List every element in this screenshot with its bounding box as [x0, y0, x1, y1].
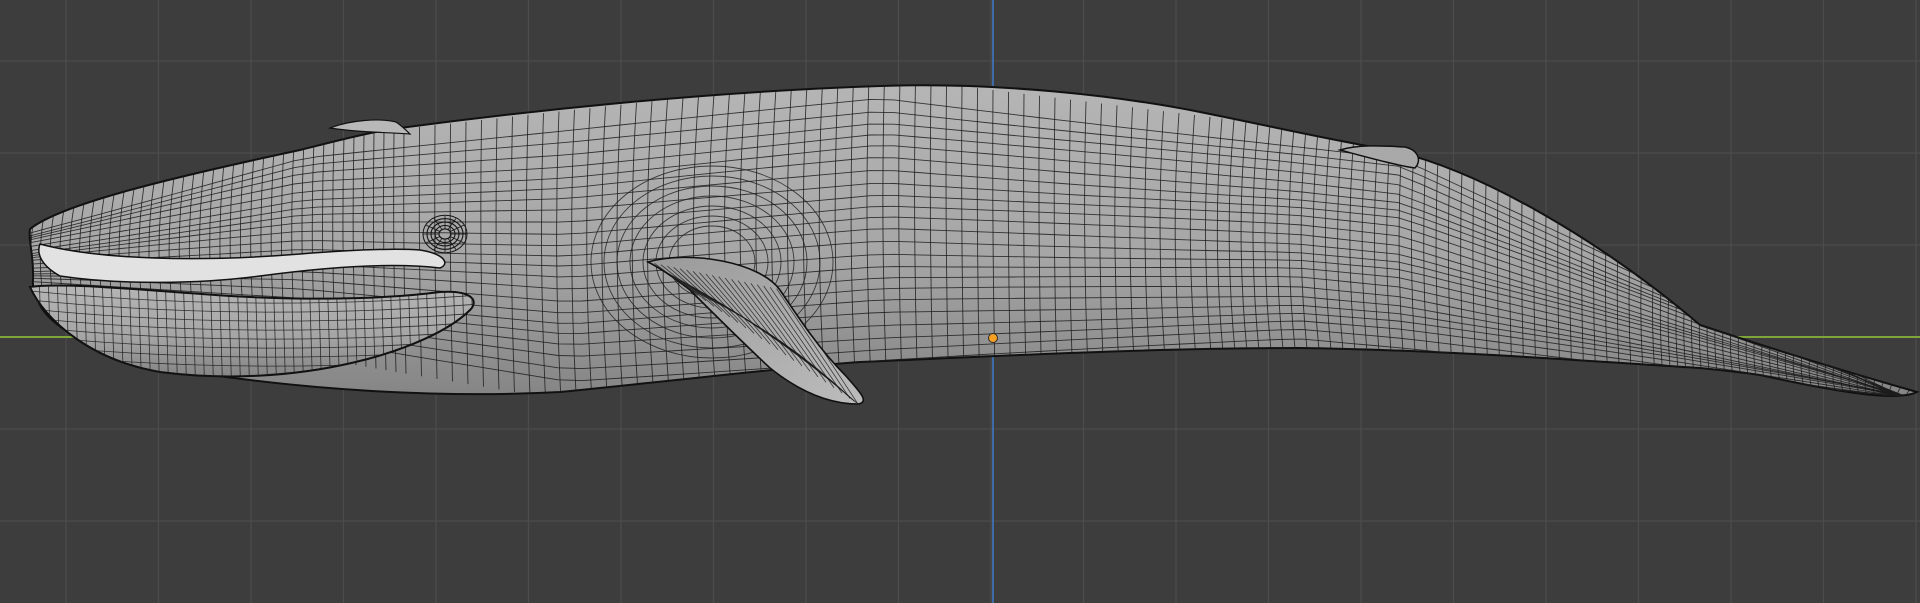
viewport-canvas[interactable] [0, 0, 1920, 603]
3d-viewport[interactable] [0, 0, 1920, 603]
object-origin-dot[interactable] [988, 333, 998, 343]
